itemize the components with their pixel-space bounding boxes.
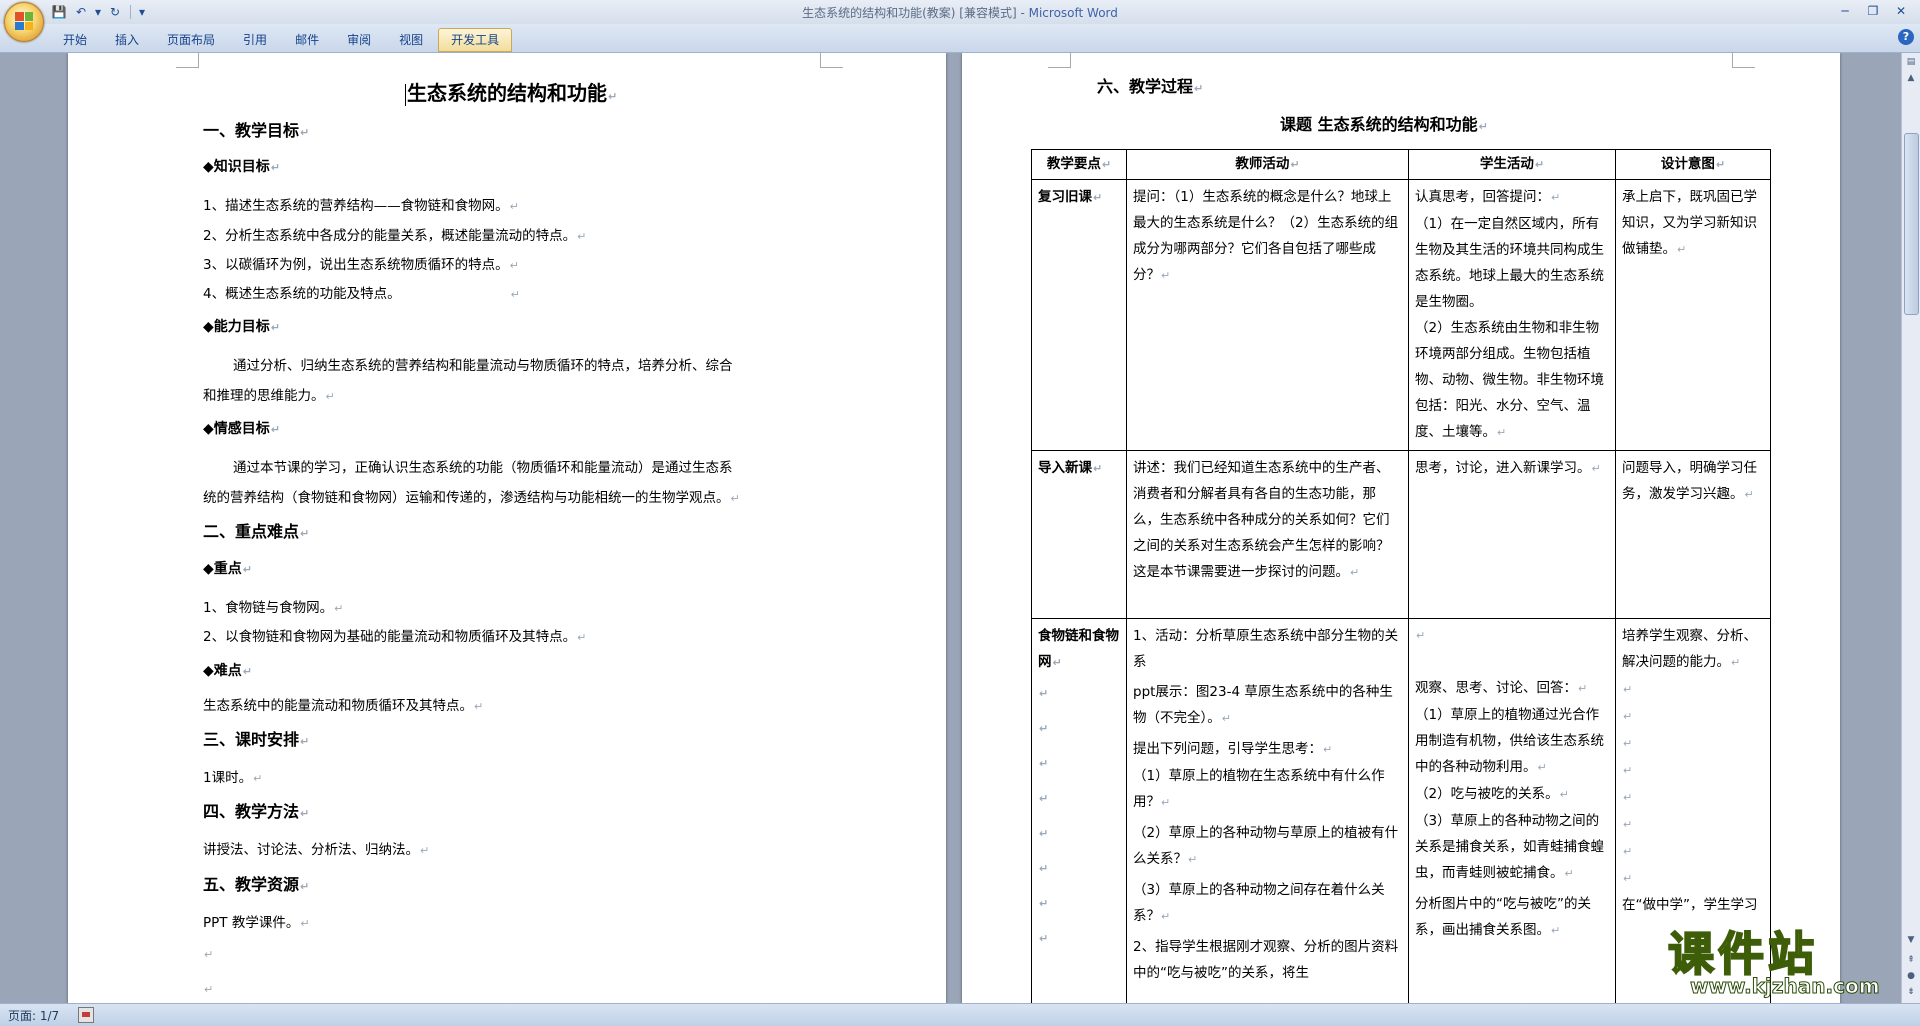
watermark-logo: 课件站 www.kjzhan.com <box>1667 918 1904 1004</box>
margin-corner <box>176 53 199 68</box>
paragraph: 统的营养结构（食物链和食物网）运输和传递的，渗透结构与功能相统一的生物学观点。↵ <box>203 490 740 506</box>
heading-key-points: 二、重点难点↵ <box>203 522 310 541</box>
heading-objectives: 一、教学目标↵ <box>203 121 310 140</box>
heading-process: 六、教学过程↵ <box>1097 77 1204 96</box>
table-row: 复习旧课↵ 提问：（1）生态系统的概念是什么？地球上最大的生态系统是什么？（2）… <box>1031 179 1771 451</box>
document-title-heading: 生态系统的结构和功能↵ <box>405 81 618 106</box>
page-indicator[interactable]: 页面: 1/7 <box>8 1007 59 1024</box>
subheading-difficulty: ◆难点↵ <box>203 663 252 679</box>
macro-recording-icon[interactable] <box>78 1007 94 1023</box>
ribbon-tab-bar: 开始 插入 页面布局 引用 邮件 审阅 视图 开发工具 ? <box>0 24 1920 53</box>
paragraph: 通过本节课的学习，正确认识生态系统的功能（物质循环和能量流动）是通过生态系 <box>233 460 733 476</box>
tab-insert[interactable]: 插入 <box>102 28 152 52</box>
table-cell: 承上启下，既巩固已学知识，又为学习新知识做铺垫。↵ <box>1615 179 1771 451</box>
paragraph: 4、概述生态系统的功能及特点。 ↵ <box>203 286 520 302</box>
help-icon[interactable]: ? <box>1898 29 1914 45</box>
paragraph: 2、分析生态系统中各成分的能量关系，概述能量流动的特点。↵ <box>203 228 587 244</box>
subheading-emotion: ◆情感目标↵ <box>203 421 280 437</box>
paragraph: 1课时。↵ <box>203 770 263 786</box>
column-header: 教学要点↵ <box>1031 149 1127 180</box>
subheading-knowledge: ◆知识目标↵ <box>203 159 280 175</box>
office-button[interactable] <box>4 2 44 42</box>
scroll-thumb[interactable] <box>1904 133 1919 315</box>
document-title: 生态系统的结构和功能(教案) [兼容模式] - <box>802 6 1029 20</box>
empty-paragraph: ↵ <box>204 948 214 961</box>
table-cell: 1、活动：分析草原生态系统中部分生物的关系 ppt展示：图23-4 草原生态系统… <box>1126 618 1409 1003</box>
table-row: 导入新课↵ 讲述：我们已经知道生态系统中的生产者、消费者和分解者具有各自的生态功… <box>1031 450 1771 619</box>
office-logo-icon <box>15 12 33 30</box>
app-name: Microsoft Word <box>1028 6 1118 20</box>
page-2[interactable]: 六、教学过程↵ 课题 生态系统的结构和功能↵ 教学要点↵ 教师活动↵ 学生活动↵… <box>962 53 1840 1003</box>
table-cell: 思考，讨论，进入新课学习。↵ <box>1408 450 1616 619</box>
margin-corner <box>1732 53 1755 68</box>
table-cell: ↵ 观察、思考、讨论、回答：↵ （1）草原上的植物通过光合作用制造有机物，供给该… <box>1408 618 1616 1003</box>
scroll-up-arrow-icon[interactable]: ▲ <box>1904 71 1918 85</box>
column-header: 设计意图↵ <box>1615 149 1771 180</box>
tab-view[interactable]: 视图 <box>386 28 436 52</box>
tab-page-layout[interactable]: 页面布局 <box>154 28 228 52</box>
title-bar: 💾 ↶ ▾ ↻ ▾ 生态系统的结构和功能(教案) [兼容模式] - Micros… <box>0 0 1920 42</box>
tab-references[interactable]: 引用 <box>230 28 280 52</box>
restore-button[interactable]: ❐ <box>1860 2 1886 20</box>
paragraph: 1、描述生态系统的营养结构——食物链和食物网。↵ <box>203 198 519 214</box>
previous-page-icon[interactable]: ⇞ <box>1904 953 1918 967</box>
ruler-toggle-icon[interactable]: ▤ <box>1904 55 1918 69</box>
window-controls: ─ ❐ ✕ <box>1832 2 1914 20</box>
subheading-key: ◆重点↵ <box>203 561 252 577</box>
next-page-icon[interactable]: ⇟ <box>1904 985 1918 999</box>
paragraph: 讲授法、讨论法、分析法、归纳法。↵ <box>203 842 430 858</box>
table-row: 食物链和食物网↵ ↵ ↵ ↵ ↵ ↵ ↵ ↵ ↵ 1、活动：分析草原生态系统中部分生物的关系 … <box>1031 618 1771 1003</box>
margin-corner <box>1048 53 1071 68</box>
document-area: 生态系统的结构和功能↵ 一、教学目标↵ ◆知识目标↵ 1、描述生态系统的营养结构… <box>0 53 1902 1003</box>
table-header-row: 教学要点↵ 教师活动↵ 学生活动↵ 设计意图↵ <box>1031 149 1771 180</box>
lesson-subject: 课题 生态系统的结构和功能↵ <box>1280 115 1488 134</box>
paragraph: 1、食物链与食物网。↵ <box>203 600 344 616</box>
table-cell: 导入新课↵ <box>1031 450 1127 619</box>
close-button[interactable]: ✕ <box>1888 2 1914 20</box>
margin-corner <box>820 53 843 68</box>
table-cell: 食物链和食物网↵ ↵ ↵ ↵ ↵ ↵ ↵ ↵ ↵ <box>1031 618 1127 1003</box>
table-cell: 认真思考，回答提问：↵ （1）在一定自然区域内，所有生物及其生活的环境共同构成生… <box>1408 179 1616 451</box>
table-cell: 讲述：我们已经知道生态系统中的生产者、消费者和分解者具有各自的生态功能，那么，生… <box>1126 450 1409 619</box>
tab-review[interactable]: 审阅 <box>334 28 384 52</box>
column-header: 学生活动↵ <box>1408 149 1616 180</box>
table-cell: 复习旧课↵ <box>1031 179 1127 451</box>
table-cell: 提问：（1）生态系统的概念是什么？地球上最大的生态系统是什么？（2）生态系统的组… <box>1126 179 1409 451</box>
table-cell: 问题导入，明确学习任务，激发学习兴趣。↵ <box>1615 450 1771 619</box>
ribbon-tabs: 开始 插入 页面布局 引用 邮件 审阅 视图 开发工具 <box>50 28 513 52</box>
subheading-ability: ◆能力目标↵ <box>203 319 280 335</box>
tab-developer[interactable]: 开发工具 <box>438 28 513 52</box>
status-bar: 页面: 1/7 <box>0 1003 1920 1026</box>
tab-mailings[interactable]: 邮件 <box>282 28 332 52</box>
paragraph: 3、以碳循环为例，说出生态系统物质循环的特点。↵ <box>203 257 519 273</box>
watermark-url: www.kjzhan.com <box>1690 974 1881 999</box>
paragraph: 和推理的思维能力。↵ <box>203 388 335 404</box>
empty-paragraph: ↵ <box>204 983 214 996</box>
vertical-scrollbar[interactable]: ▤ ▲ ▼ ⇞ ● ⇟ <box>1901 53 1920 1003</box>
column-header: 教师活动↵ <box>1126 149 1409 180</box>
paragraph: 2、以食物链和食物网为基础的能量流动和物质循环及其特点。↵ <box>203 629 587 645</box>
window-title: 生态系统的结构和功能(教案) [兼容模式] - Microsoft Word <box>0 4 1920 21</box>
minimize-button[interactable]: ─ <box>1832 2 1858 20</box>
paragraph: PPT 教学课件。↵ <box>203 915 310 931</box>
heading-schedule: 三、课时安排↵ <box>203 730 310 749</box>
heading-methods: 四、教学方法↵ <box>203 802 310 821</box>
scroll-down-arrow-icon[interactable]: ▼ <box>1904 933 1918 947</box>
tab-home[interactable]: 开始 <box>50 28 100 52</box>
paragraph: 通过分析、归纳生态系统的营养结构和能量流动与物质循环的特点，培养分析、综合 <box>233 358 733 374</box>
heading-resources: 五、教学资源↵ <box>203 875 310 894</box>
page-1[interactable]: 生态系统的结构和功能↵ 一、教学目标↵ ◆知识目标↵ 1、描述生态系统的营养结构… <box>68 53 946 1003</box>
lesson-process-table: 教学要点↵ 教师活动↵ 学生活动↵ 设计意图↵ 复习旧课↵ 提问：（1）生态系统… <box>1031 149 1771 1003</box>
select-browse-object-icon[interactable]: ● <box>1904 969 1918 983</box>
paragraph: 生态系统中的能量流动和物质循环及其特点。↵ <box>203 698 484 714</box>
